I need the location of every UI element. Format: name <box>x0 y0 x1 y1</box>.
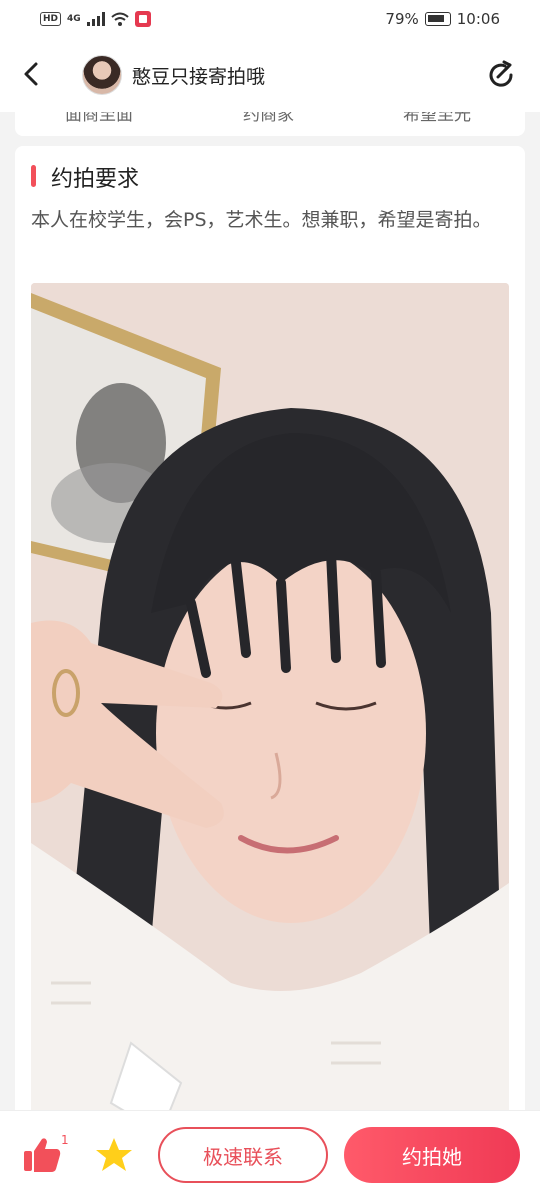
bottom-action-bar: 1 极速联系 约拍她 <box>0 1110 540 1200</box>
back-arrow-icon[interactable] <box>18 60 46 88</box>
requirement-description: 本人在校学生，会PS，艺术生。想兼职，希望是寄拍。 <box>31 209 492 231</box>
page-title: 憨豆只接寄拍哦 <box>132 66 266 88</box>
battery-percent: 79% <box>385 10 419 28</box>
refresh-icon[interactable] <box>484 58 518 92</box>
profile-photo[interactable] <box>31 283 509 1126</box>
status-bar: HD 4G 79% 10:06 <box>0 0 540 38</box>
like-count: 1 <box>61 1133 69 1147</box>
hd-icon: HD <box>40 12 62 26</box>
battery-icon <box>424 12 451 26</box>
wifi-icon <box>111 12 129 26</box>
previous-item: 约商家 <box>243 112 294 125</box>
previous-item: 面商至面 <box>65 112 133 125</box>
requirement-card: 约拍要求 本人在校学生，会PS，艺术生。想兼职，希望是寄拍。 <box>15 146 525 1126</box>
app-header: 憨豆只接寄拍哦 <box>0 38 540 112</box>
photo-illustration <box>31 283 509 1126</box>
avatar[interactable] <box>82 55 122 95</box>
quick-contact-button[interactable]: 极速联系 <box>158 1127 328 1183</box>
star-icon[interactable] <box>94 1135 134 1175</box>
network-label: 4G <box>67 14 81 24</box>
thumbs-up-icon[interactable] <box>20 1133 64 1177</box>
book-shoot-button[interactable]: 约拍她 <box>344 1127 520 1183</box>
status-left: HD 4G <box>40 11 151 27</box>
signal-icon <box>86 12 105 26</box>
previous-item: 希望至光 <box>403 112 471 125</box>
previous-section-card: 面商至面 约商家 希望至光 <box>15 112 525 136</box>
status-right: 79% 10:06 <box>385 10 500 28</box>
section-title: 约拍要求 <box>51 167 140 192</box>
app-notification-icon <box>134 11 151 27</box>
clock: 10:06 <box>456 10 500 28</box>
section-marker <box>31 165 36 187</box>
